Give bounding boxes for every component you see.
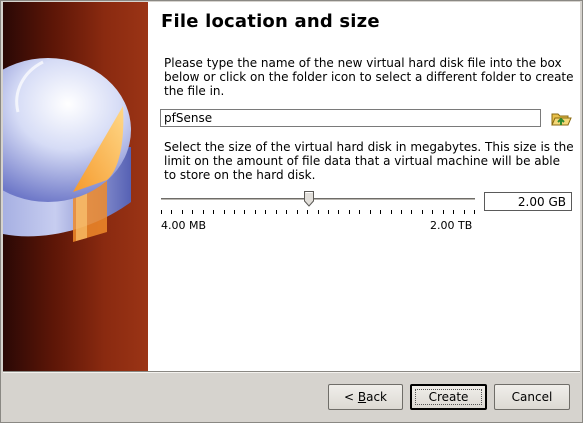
- slider-tick: [401, 210, 402, 214]
- slider-tick: [161, 210, 162, 214]
- slider-tick: [328, 210, 329, 214]
- wizard-content-pane: File location and size Please type the n…: [3, 2, 580, 371]
- disk-size-input[interactable]: [484, 192, 572, 211]
- slider-tick: [213, 210, 214, 214]
- cancel-button-label: Cancel: [511, 390, 553, 404]
- slider-tick: [391, 210, 392, 214]
- slider-tick: [411, 210, 412, 214]
- slider-max-label: 2.00 TB: [430, 219, 473, 232]
- slider-track: [161, 198, 475, 201]
- slider-tick: [338, 210, 339, 214]
- slider-tick: [422, 210, 423, 214]
- slider-tick: [318, 210, 319, 214]
- choose-folder-button[interactable]: [550, 109, 572, 129]
- slider-tick: [255, 210, 256, 214]
- back-button[interactable]: < Back: [328, 384, 403, 410]
- folder-open-icon: [551, 113, 572, 126]
- wizard-banner: [3, 2, 148, 371]
- cancel-button[interactable]: Cancel: [494, 384, 570, 410]
- slider-tick: [276, 210, 277, 214]
- slider-tick: [464, 210, 465, 214]
- slider-tick: [182, 210, 183, 214]
- slider-min-label: 4.00 MB: [161, 219, 207, 232]
- slider-tick: [307, 210, 308, 214]
- slider-tick: [234, 210, 235, 214]
- slider-tick: [203, 210, 204, 214]
- size-instructions: Select the size of the virtual hard disk…: [164, 140, 574, 182]
- focus-rect: [415, 389, 482, 405]
- slider-tick: [297, 210, 298, 214]
- page-title: File location and size: [161, 11, 380, 32]
- slider-tick: [453, 210, 454, 214]
- virtual-hard-disk-icon: [3, 58, 131, 242]
- slider-tick: [349, 210, 350, 214]
- back-button-label-rest: ack: [366, 390, 387, 404]
- slider-tick: [474, 210, 475, 214]
- slider-tick: [443, 210, 444, 214]
- back-button-accelerator: B: [357, 390, 367, 404]
- file-location-input[interactable]: [160, 109, 541, 127]
- slider-tick: [370, 210, 371, 214]
- slider-tick: [224, 210, 225, 214]
- slider-tick: [380, 210, 381, 214]
- slider-tick: [432, 210, 433, 214]
- create-virtual-hard-disk-dialog: File location and size Please type the n…: [0, 0, 583, 423]
- button-separator: [3, 371, 580, 373]
- file-location-instructions: Please type the name of the new virtual …: [164, 56, 574, 98]
- slider-tick: [244, 210, 245, 214]
- back-button-prefix: <: [343, 390, 358, 404]
- create-button[interactable]: Create: [410, 384, 487, 410]
- slider-handle[interactable]: [304, 191, 314, 207]
- slider-tick: [171, 210, 172, 214]
- disk-size-slider[interactable]: [161, 190, 475, 214]
- slider-tick: [192, 210, 193, 214]
- slider-tick: [265, 210, 266, 214]
- slider-tick: [286, 210, 287, 214]
- slider-tick: [359, 210, 360, 214]
